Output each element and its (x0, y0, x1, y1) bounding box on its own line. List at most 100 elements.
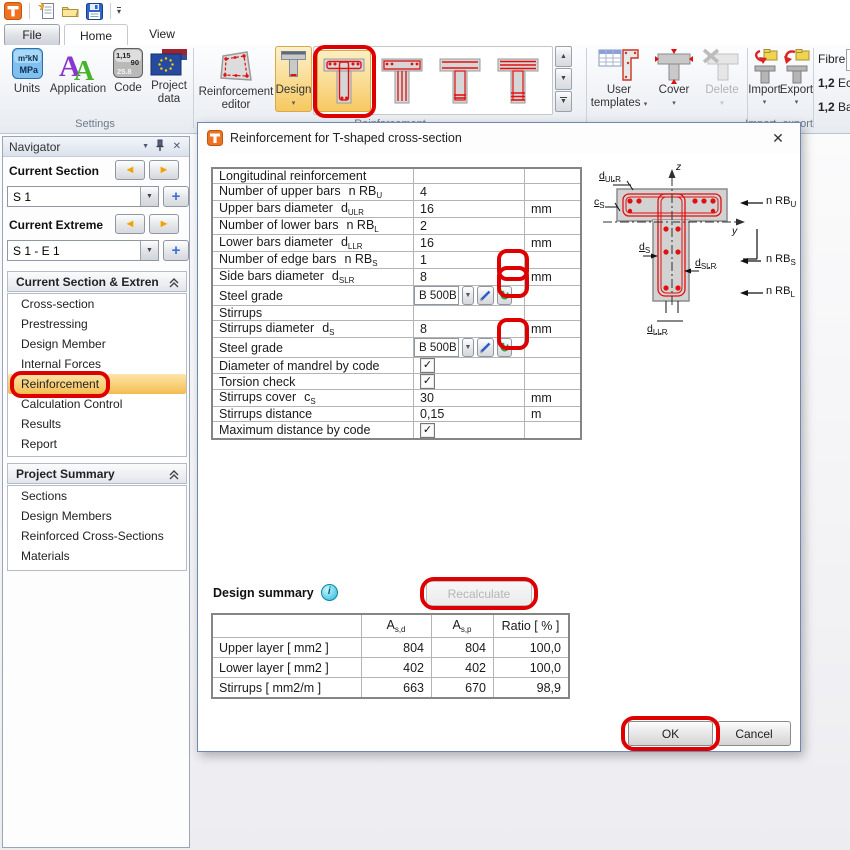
sidebar-item-materials[interactable]: Materials (8, 546, 186, 566)
edit-stirrups-steel-grade-button[interactable] (477, 338, 494, 357)
refresh-stirrups-steel-grade-button[interactable]: ↻ (497, 338, 512, 357)
new-document-icon[interactable] (36, 2, 56, 20)
recalculate-button: Recalculate (426, 581, 532, 606)
upper-bars-diameter-field[interactable]: 16 (414, 201, 525, 218)
previous-extreme-button[interactable]: ◄ (115, 214, 145, 234)
sidebar-item-calculation-control[interactable]: Calculation Control (8, 394, 186, 414)
current-extreme-dropdown-icon[interactable]: ▼ (140, 241, 158, 260)
sidebar-item-reinforcement[interactable]: Reinforcement (8, 374, 186, 394)
upper-bars-count-field[interactable]: 4 (414, 184, 525, 201)
recalculate-label: Recalculate (448, 587, 511, 601)
sidebar-item-sections[interactable]: Sections (8, 486, 186, 506)
tab-view[interactable]: View (132, 24, 192, 44)
next-section-button[interactable]: ► (149, 160, 179, 180)
reinforcement-editor-button[interactable]: Reinforcement editor (198, 48, 274, 112)
svg-text:90: 90 (131, 58, 139, 67)
next-extreme-button[interactable]: ► (149, 214, 179, 234)
add-extreme-button[interactable]: + (163, 240, 189, 261)
gallery-item-t-selected[interactable] (317, 50, 371, 112)
stirrups-cover-field[interactable]: 30 (414, 390, 525, 407)
axis-z-label: z (676, 161, 681, 173)
units-icon: m²kNMPa (12, 48, 43, 79)
cover-button[interactable]: Cover ▾ (651, 48, 697, 107)
current-section-dropdown-icon[interactable]: ▼ (140, 187, 158, 206)
lower-bars-diameter-field[interactable]: 16 (414, 235, 525, 252)
sidebar-item-design-members[interactable]: Design Members (8, 506, 186, 526)
table-section-row: Stirrups (212, 306, 581, 321)
design-button[interactable]: Design ▾ (275, 46, 312, 112)
side-bars-diameter-field[interactable]: 8 (414, 269, 525, 286)
app-logo-icon[interactable] (3, 2, 23, 20)
gallery-item-t-3[interactable] (433, 50, 487, 112)
design-dropdown-icon[interactable]: ▾ (292, 100, 296, 107)
stirrups-steel-grade-dropdown-icon[interactable]: ▼ (462, 338, 474, 357)
previous-section-button[interactable]: ◄ (115, 160, 145, 180)
section-extreme-list: Cross-section Prestressing Design Member… (7, 293, 187, 457)
section-extreme-group-header[interactable]: Current Section & Extren (7, 271, 187, 292)
navigator-menu-icon[interactable]: ▼ (142, 143, 149, 150)
stirrups-distance-field[interactable]: 0,15 (414, 407, 525, 422)
sidebar-item-reinforced-cross-sections[interactable]: Reinforced Cross-Sections (8, 526, 186, 546)
cancel-label: Cancel (735, 727, 772, 741)
application-button[interactable]: AA Application (49, 48, 107, 96)
dim-dslr-label: dSLR (695, 257, 716, 271)
tab-file[interactable]: File (4, 24, 60, 46)
max-distance-by-code-checkbox[interactable]: ✓ (420, 423, 435, 438)
add-section-button[interactable]: + (163, 186, 189, 207)
table-section-row: Longitudinal reinforcement (212, 168, 581, 184)
cover-dropdown-icon[interactable]: ▾ (672, 100, 676, 107)
sidebar-item-prestressing[interactable]: Prestressing (8, 314, 186, 334)
steel-grade-dropdown-icon[interactable]: ▼ (462, 286, 474, 305)
gallery-item-t-4[interactable] (491, 50, 545, 112)
code-button[interactable]: 1,159025.8 Code (108, 48, 148, 95)
import-dropdown-icon[interactable]: ▾ (763, 99, 767, 106)
table-row: Stirrups distance0,15m (212, 407, 581, 422)
gallery-item-t-2[interactable] (375, 50, 429, 112)
gallery-scroll-up-button[interactable]: ▲ (555, 46, 572, 67)
steel-grade-select[interactable]: B 500B (414, 286, 459, 305)
project-data-button[interactable]: Project data (147, 48, 191, 106)
stirrups-diameter-field[interactable]: 8 (414, 321, 525, 338)
collapse-chevron-icon[interactable] (169, 277, 179, 291)
current-extreme-select[interactable]: S 1 - E 1 ▼ (7, 240, 159, 261)
dialog-titlebar[interactable]: Reinforcement for T-shaped cross-section (198, 123, 800, 153)
save-icon[interactable] (84, 2, 104, 20)
project-summary-group-header[interactable]: Project Summary (7, 463, 187, 484)
tab-home[interactable]: Home (64, 24, 128, 47)
sidebar-item-results[interactable]: Results (8, 414, 186, 434)
export-dropdown-icon[interactable]: ▾ (795, 99, 799, 106)
dialog-close-icon[interactable]: ✕ (769, 130, 787, 148)
pencil-icon (478, 288, 493, 303)
t-section-drawing (591, 159, 797, 345)
sidebar-item-internal-forces[interactable]: Internal Forces (8, 354, 186, 374)
units-button[interactable]: m²kNMPa Units (6, 48, 48, 96)
mandrel-by-code-checkbox[interactable]: ✓ (420, 358, 435, 373)
sidebar-item-design-member[interactable]: Design Member (8, 334, 186, 354)
stirrups-steel-grade-select[interactable]: B 500B (414, 338, 459, 357)
torsion-check-checkbox[interactable]: ✓ (420, 374, 435, 389)
sidebar-item-report[interactable]: Report (8, 434, 186, 454)
export-button[interactable]: Export ▾ (781, 48, 812, 106)
sidebar-item-cross-section[interactable]: Cross-section (8, 294, 186, 314)
open-folder-icon[interactable] (60, 2, 80, 20)
t-section-diagram: dULR cS z y dS dSLR dLLR n RBU n RBS n R… (591, 159, 797, 345)
user-templates-dropdown-icon[interactable]: ▾ (644, 101, 648, 108)
info-icon[interactable]: i (321, 584, 338, 601)
edit-steel-grade-button[interactable] (477, 286, 494, 305)
cancel-button[interactable]: Cancel (717, 721, 791, 746)
current-section-label: Current Section (9, 164, 99, 178)
collapse-chevron-icon[interactable] (169, 469, 179, 483)
gallery-scroll-down-button[interactable]: ▼ (555, 68, 572, 89)
lower-bars-count-field[interactable]: 2 (414, 218, 525, 235)
import-button[interactable]: Import ▾ (749, 48, 780, 106)
customize-quick-access-icon[interactable]: ▾ (117, 7, 121, 15)
gallery-more-button[interactable]: ▼ (555, 91, 572, 112)
fibre-input[interactable]: N (846, 49, 850, 71)
edge-bars-count-field[interactable]: 1 (414, 252, 525, 269)
refresh-steel-grade-button[interactable]: ↻ (497, 286, 512, 305)
navigator-close-icon[interactable]: ✕ (173, 141, 181, 152)
pin-icon[interactable] (155, 139, 165, 155)
current-section-select[interactable]: S 1 ▼ (7, 186, 159, 207)
user-templates-button[interactable]: User templates ▾ (589, 48, 649, 110)
ok-button[interactable]: OK (628, 721, 713, 746)
